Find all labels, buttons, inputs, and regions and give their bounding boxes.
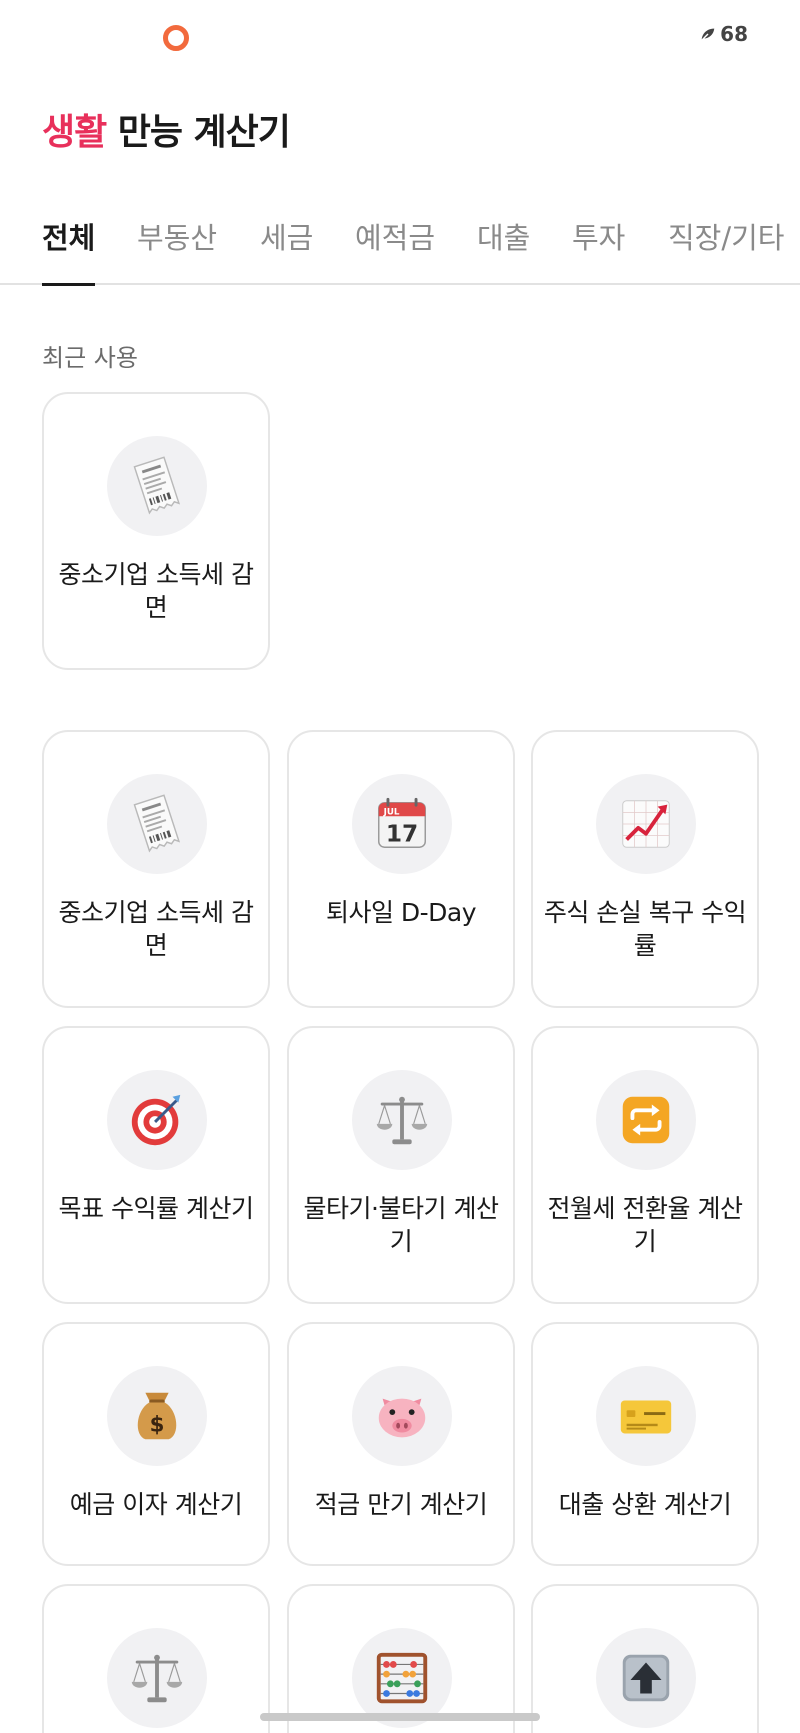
scales-icon — [131, 1654, 183, 1703]
status-bar: 68 — [0, 0, 800, 76]
card-partial-up-arrow[interactable] — [531, 1584, 759, 1733]
card-label: 대출 상환 계산기 — [558, 1490, 732, 1519]
battery-value: 68 — [720, 22, 748, 46]
card-target-return[interactable]: 목표 수익률 계산기 — [42, 1026, 270, 1304]
card-sme-income-tax[interactable]: 중소기업 소득세 감면 — [42, 730, 270, 1008]
card-icon-circle — [107, 436, 207, 536]
home-indicator[interactable] — [260, 1713, 540, 1721]
card-icon-circle — [596, 1628, 696, 1728]
category-tabs: 전체 부동산 세금 예적금 대출 투자 직장/기타 — [0, 205, 800, 286]
tab-all[interactable]: 전체 — [42, 215, 96, 286]
tab-work-etc[interactable]: 직장/기타 — [668, 215, 785, 283]
card-label: 중소기업 소득세 감면 — [58, 898, 254, 960]
calendar-icon: JUL 17 — [378, 797, 426, 848]
card-resignation-dday[interactable]: JUL 17 퇴사일 D-Day — [287, 730, 515, 1008]
card-icon-circle: JUL 17 — [352, 774, 452, 874]
card-icon-circle — [107, 1628, 207, 1728]
receipt-icon — [133, 794, 181, 853]
abacus-icon — [376, 1652, 428, 1704]
page-title: 생활 만능 계산기 — [42, 103, 291, 155]
card-icon-circle — [596, 1070, 696, 1170]
card-savings-maturity[interactable]: 적금 만기 계산기 — [287, 1322, 515, 1566]
money-bag-icon: $ — [137, 1392, 177, 1440]
card-label: 목표 수익률 계산기 — [58, 1194, 254, 1223]
card-deposit-interest[interactable]: $ 예금 이자 계산기 — [42, 1322, 270, 1566]
card-loan-repayment[interactable]: 대출 상환 계산기 — [531, 1322, 759, 1566]
card-averaging-calculator[interactable]: 물타기·불타기 계산기 — [287, 1026, 515, 1304]
calendar-day-text: 17 — [386, 820, 418, 847]
card-stock-loss-recovery[interactable]: 주식 손실 복구 수익률 — [531, 730, 759, 1008]
scales-icon — [376, 1096, 428, 1145]
leaf-icon — [700, 28, 715, 42]
tab-loan[interactable]: 대출 — [477, 215, 530, 283]
card-label: 물타기·불타기 계산기 — [303, 1194, 499, 1256]
card-partial-scales[interactable] — [42, 1584, 270, 1733]
battery-indicator: 68 — [699, 22, 748, 46]
repeat-icon — [622, 1096, 670, 1144]
card-label: 적금 만기 계산기 — [314, 1490, 488, 1519]
calculator-home-screen: 68 생활 만능 계산기 전체 부동산 세금 예적금 대출 투자 직장/기타 최… — [0, 0, 800, 1733]
credit-card-icon — [620, 1400, 672, 1434]
receipt-icon — [133, 456, 181, 515]
card-label: 주식 손실 복구 수익률 — [543, 898, 747, 960]
card-icon-circle — [107, 774, 207, 874]
tab-savings[interactable]: 예적금 — [355, 215, 435, 283]
calendar-month-text: JUL — [383, 807, 400, 817]
card-label: 예금 이자 계산기 — [69, 1490, 243, 1519]
recent-section-label: 최근 사용 — [42, 344, 138, 372]
tab-tax[interactable]: 세금 — [260, 215, 313, 283]
card-icon-circle — [352, 1070, 452, 1170]
target-icon — [131, 1094, 181, 1146]
recent-card-sme-income-tax[interactable]: 중소기업 소득세 감면 — [42, 392, 270, 670]
recording-indicator-icon — [163, 25, 189, 51]
page-title-rest: 만능 계산기 — [106, 112, 291, 153]
card-icon-circle: $ — [107, 1366, 207, 1466]
card-icon-circle — [596, 1366, 696, 1466]
tab-investment[interactable]: 투자 — [572, 215, 625, 283]
tab-real-estate[interactable]: 부동산 — [137, 215, 217, 283]
svg-text:$: $ — [150, 1413, 165, 1438]
page-title-accent: 생활 — [42, 112, 107, 153]
card-icon-circle — [596, 774, 696, 874]
card-label: 중소기업 소득세 감면 — [58, 560, 254, 622]
card-label: 퇴사일 D-Day — [325, 898, 477, 927]
pig-icon — [378, 1398, 426, 1438]
card-rent-conversion[interactable]: 전월세 전환율 계산기 — [531, 1026, 759, 1304]
card-partial-abacus[interactable] — [287, 1584, 515, 1733]
card-icon-circle — [352, 1366, 452, 1466]
up-arrow-icon — [622, 1654, 670, 1702]
card-label: 전월세 전환율 계산기 — [547, 1194, 743, 1256]
card-icon-circle — [107, 1070, 207, 1170]
chart-up-icon — [622, 800, 670, 848]
